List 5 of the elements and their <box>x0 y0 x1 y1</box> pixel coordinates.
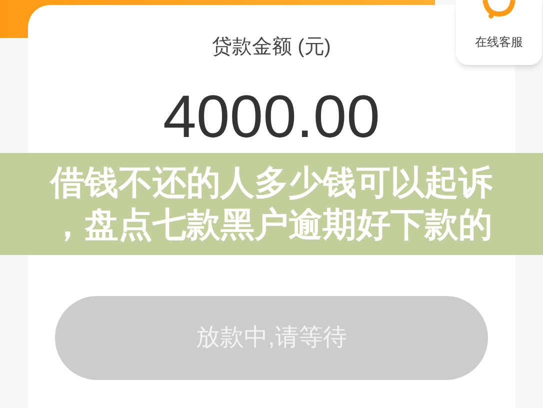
banner-title: 借钱不还的人多少钱可以起诉，盘点七款黑户逾期好下款的 <box>50 163 492 246</box>
customer-service-button[interactable]: 在线客服 <box>456 0 542 65</box>
amount-value: 4000.00 <box>163 87 380 147</box>
service-label: 在线客服 <box>475 36 523 48</box>
amount-label: 贷款金额 (元) <box>212 37 331 57</box>
